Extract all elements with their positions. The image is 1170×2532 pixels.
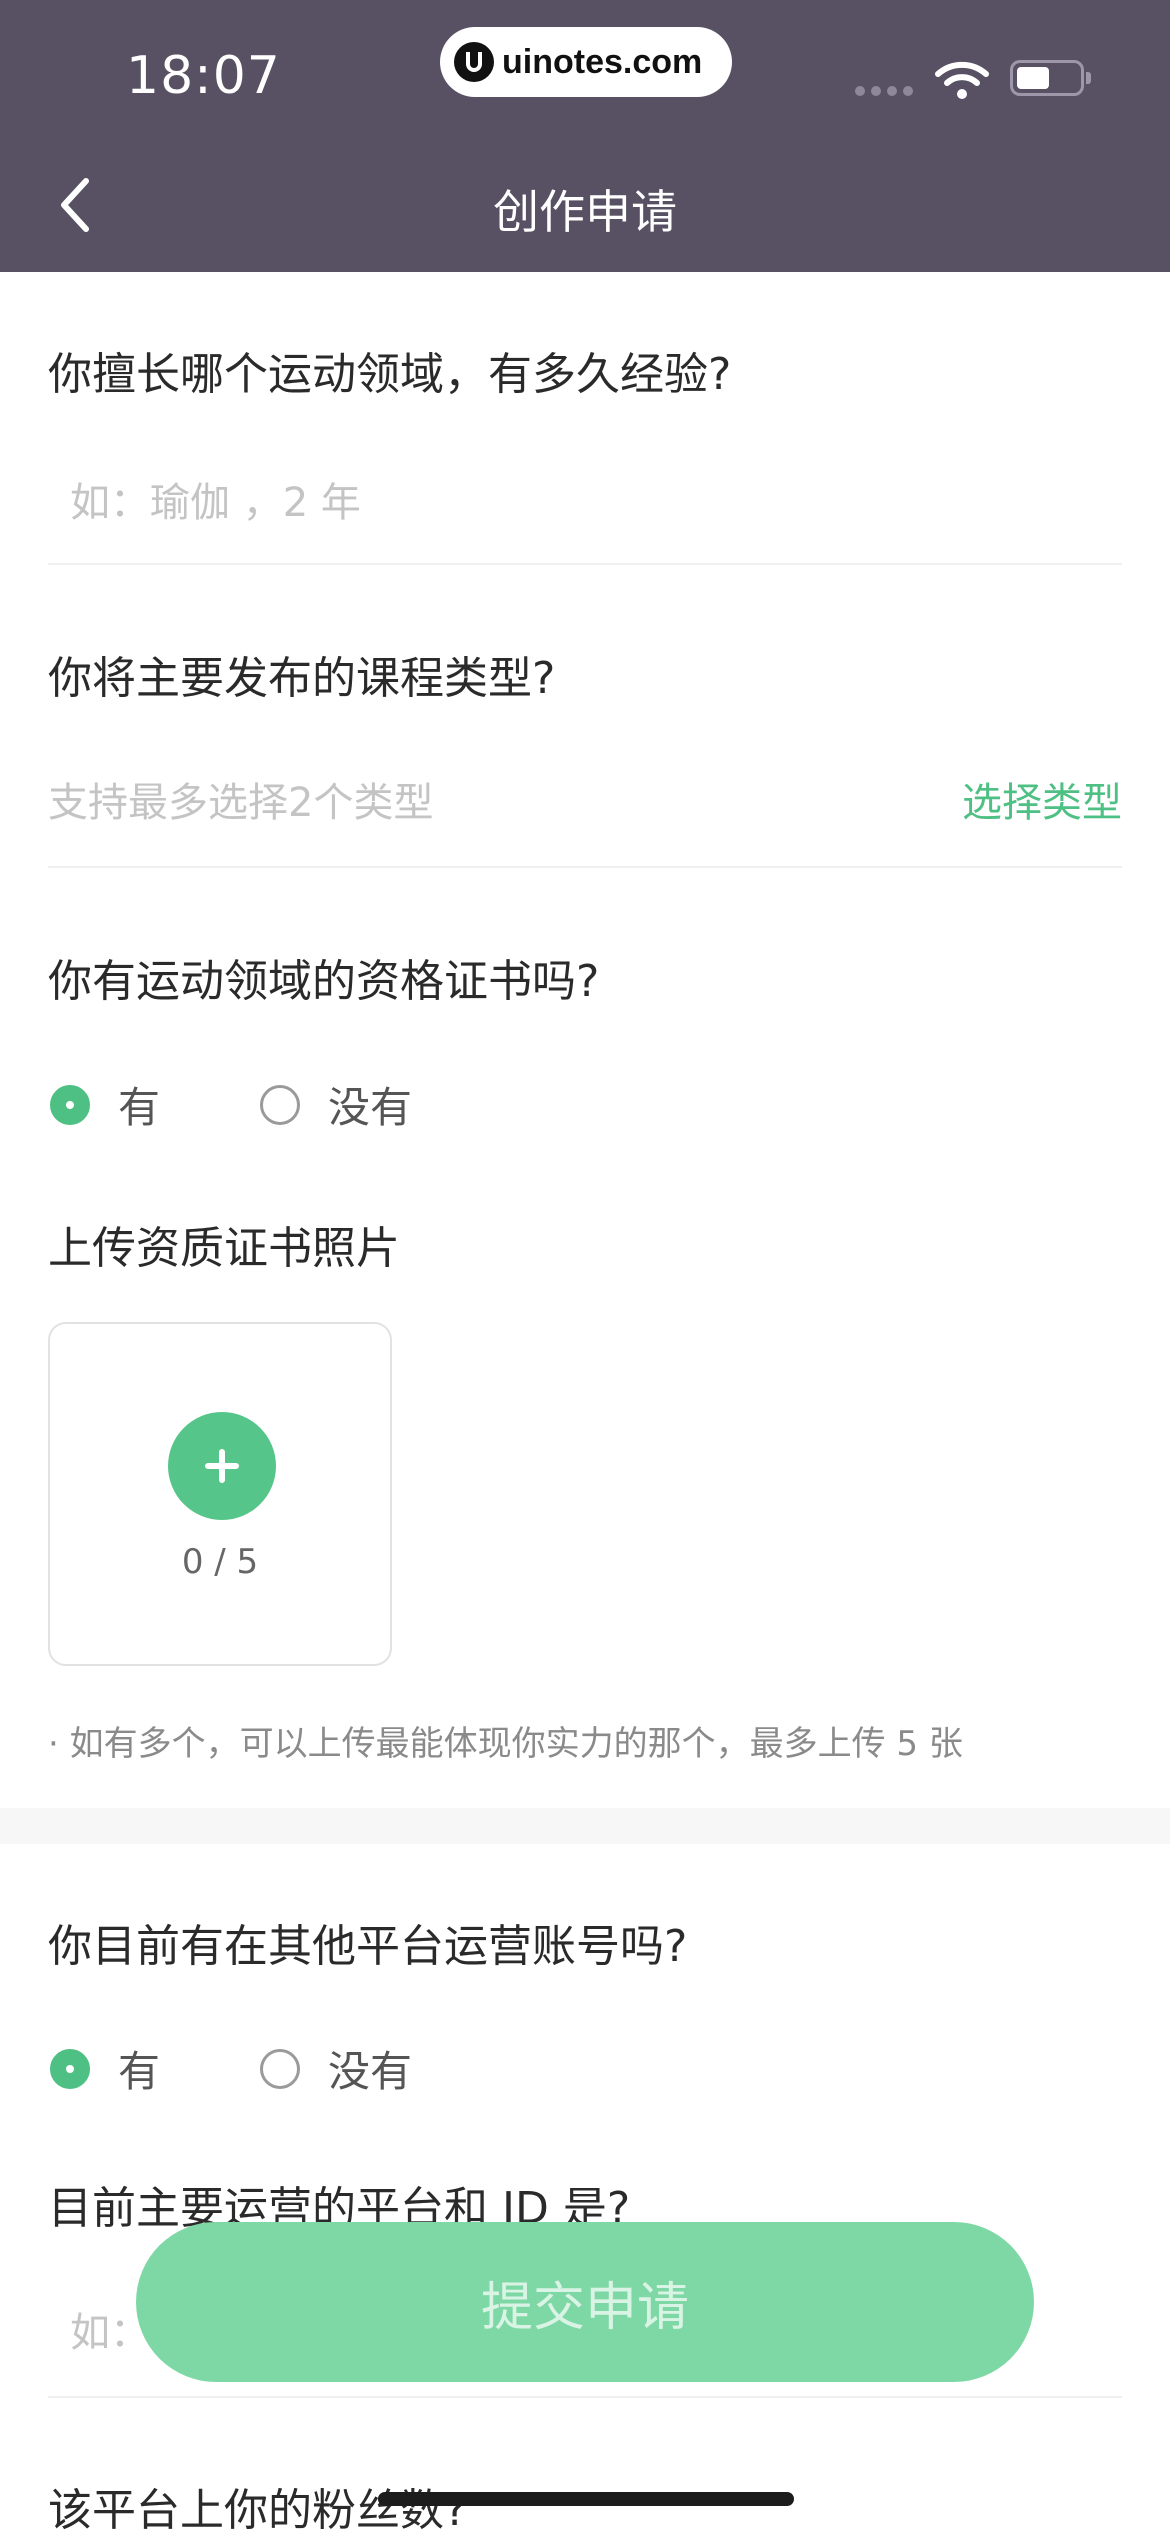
certificate-radio-yes[interactable]: 有 — [50, 1074, 160, 1135]
radio-checked-icon — [50, 1084, 90, 1125]
submit-button[interactable]: 提交申请 — [136, 2222, 1034, 2382]
question-course-type: 你将主要发布的课程类型? — [48, 653, 556, 704]
home-indicator — [378, 2492, 794, 2506]
upload-title: 上传资质证书照片 — [48, 1223, 400, 1274]
site-logo-icon — [454, 42, 494, 82]
platform-radio-no[interactable]: 没有 — [260, 2038, 412, 2099]
radio-label: 没有 — [328, 1083, 413, 1132]
wifi-icon — [935, 61, 989, 99]
cellular-signal-icon — [855, 86, 913, 96]
section-separator — [0, 1808, 1170, 1844]
radio-unchecked-icon — [260, 1084, 301, 1125]
radio-label: 没有 — [328, 2047, 413, 2096]
certificate-radio-no[interactable]: 没有 — [260, 1074, 412, 1135]
question-certificate: 你有运动领域的资格证书吗? — [48, 956, 600, 1007]
upload-photo-button[interactable]: 0 / 5 — [48, 1322, 392, 1666]
upload-hint: · 如有多个，可以上传最能体现你实力的那个，最多上传 5 张 — [48, 1724, 963, 1764]
course-type-placeholder: 支持最多选择2个类型 — [48, 780, 434, 826]
certificate-radio-group: 有 没有 — [50, 1074, 512, 1135]
divider — [48, 866, 1122, 868]
radio-label: 有 — [118, 2047, 161, 2096]
battery-icon — [1010, 60, 1091, 96]
platform-radio-yes[interactable]: 有 — [50, 2038, 160, 2099]
question-sport-experience: 你擅长哪个运动领域，有多久经验? — [48, 349, 732, 400]
sport-experience-input[interactable]: 如：瑜伽 ，2 年 — [70, 470, 361, 528]
plus-icon — [168, 1412, 276, 1520]
status-time: 18:07 — [126, 46, 281, 106]
radio-unchecked-icon — [260, 2048, 301, 2089]
radio-checked-icon — [50, 2048, 90, 2089]
select-type-link[interactable]: 选择类型 — [962, 770, 1122, 828]
question-other-platform: 你目前有在其他平台运营账号吗? — [48, 1921, 688, 1972]
page-title: 创作申请 — [493, 185, 677, 239]
divider — [48, 563, 1122, 565]
url-text: uinotes.com — [502, 42, 703, 81]
radio-label: 有 — [118, 1083, 161, 1132]
platform-radio-group: 有 没有 — [50, 2038, 512, 2099]
divider — [48, 2396, 1122, 2398]
url-pill[interactable]: uinotes.com — [440, 27, 732, 97]
header: 18:07 uinotes.com 创作申请 — [0, 0, 1170, 272]
submit-label: 提交申请 — [480, 2278, 689, 2337]
upload-count: 0 / 5 — [181, 1542, 259, 1582]
